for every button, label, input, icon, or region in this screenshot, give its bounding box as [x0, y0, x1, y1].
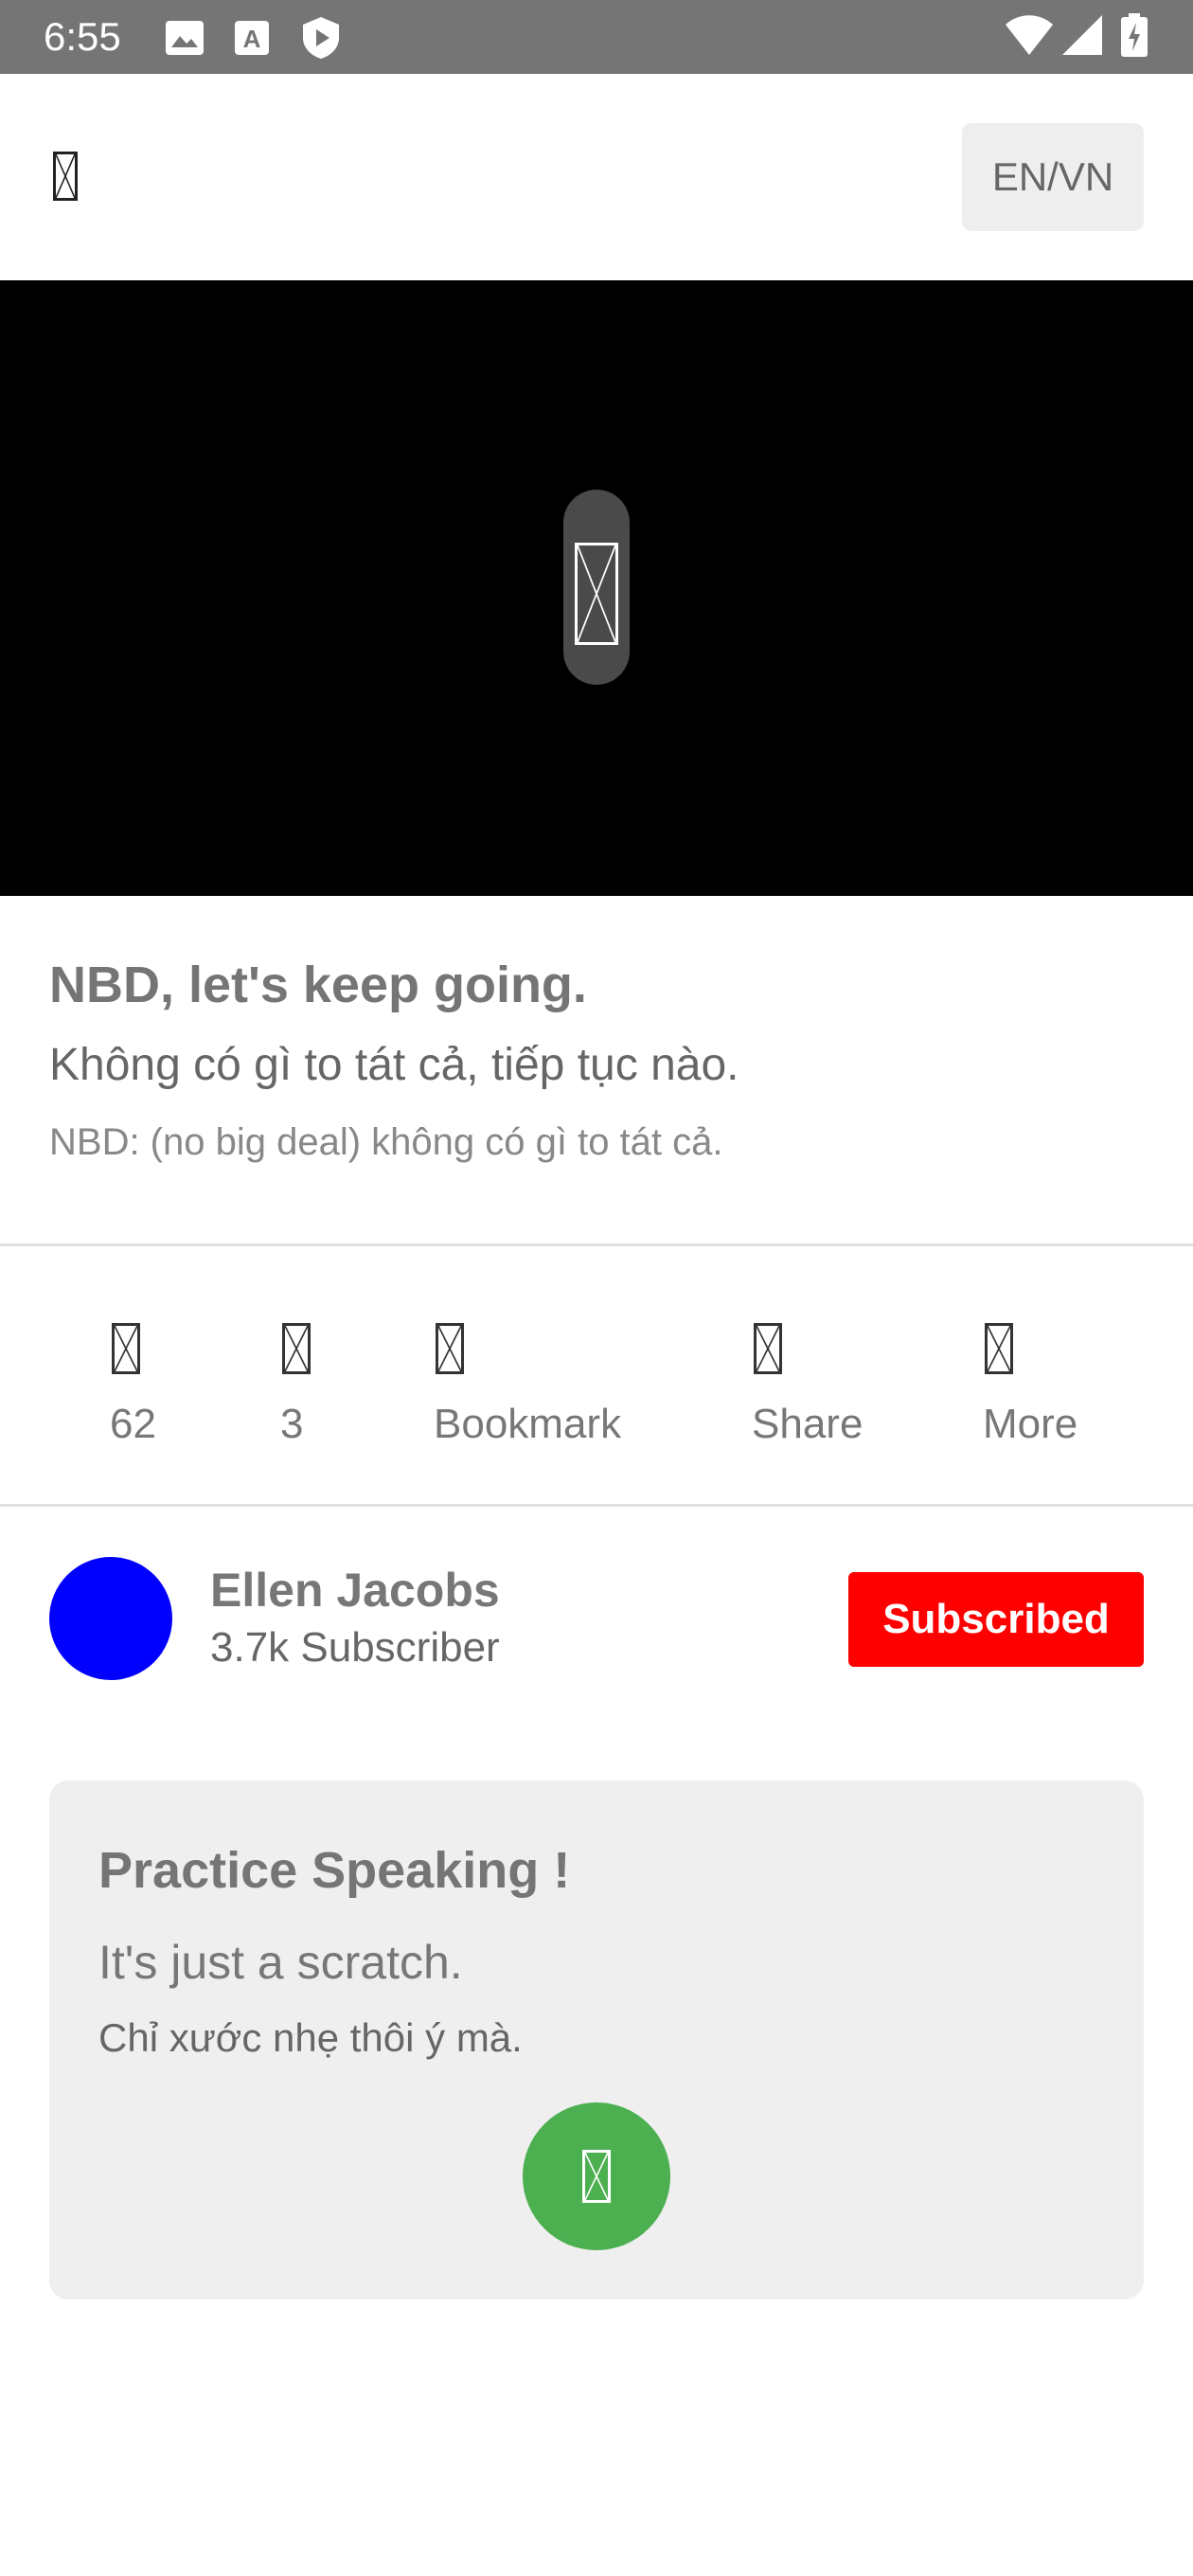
comment-button[interactable]: 3	[254, 1246, 329, 1506]
share-icon	[754, 1323, 782, 1374]
font-icon: A	[235, 21, 269, 55]
like-icon	[112, 1323, 140, 1374]
caption-section: NBD, let's keep going. Không có gì to tá…	[49, 947, 1148, 1171]
menu-icon[interactable]	[53, 152, 78, 201]
practice-title: Practice Speaking !	[98, 1842, 571, 1899]
share-button[interactable]: Share	[752, 1246, 865, 1506]
image-icon	[166, 21, 204, 55]
channel-row: Ellen Jacobs 3.7k Subscriber Subscribed	[0, 1506, 1193, 1733]
bookmark-button[interactable]: Bookmark	[434, 1246, 632, 1506]
bookmark-label: Bookmark	[434, 1401, 622, 1447]
caption-vietnamese: Không có gì to tát cả, tiếp tục nào.	[49, 1040, 739, 1090]
practice-speaking-card: Practice Speaking ! It's just a scratch.…	[49, 1780, 1144, 2299]
comment-count: 3	[280, 1401, 304, 1447]
status-bar: 6:55 A	[0, 0, 1193, 74]
svg-text:A: A	[243, 25, 261, 53]
like-count: 62	[110, 1401, 156, 1447]
top-app-bar: EN/VN	[0, 74, 1193, 280]
language-toggle-button[interactable]: EN/VN	[962, 123, 1144, 231]
subscriber-count: 3.7k Subscriber	[210, 1624, 500, 1671]
practice-english: It's just a scratch.	[98, 1936, 463, 1989]
caption-note: NBD: (no big deal) không có gì to tát cả…	[49, 1121, 723, 1163]
play-icon	[575, 543, 618, 645]
video-player[interactable]	[0, 280, 1193, 896]
subscribe-button[interactable]: Subscribed	[848, 1572, 1144, 1667]
practice-vietnamese: Chỉ xước nhẹ thôi ý mà.	[98, 2015, 523, 2060]
bookmark-icon	[436, 1323, 464, 1374]
action-row: 62 3 Bookmark Share More	[0, 1246, 1193, 1506]
comment-icon	[282, 1323, 311, 1374]
more-label: More	[983, 1401, 1078, 1447]
more-button[interactable]: More	[983, 1246, 1087, 1506]
play-button[interactable]	[563, 490, 630, 685]
status-time: 6:55	[44, 14, 121, 59]
share-label: Share	[752, 1401, 864, 1447]
more-icon	[985, 1323, 1013, 1374]
caption-english: NBD, let's keep going.	[49, 957, 587, 1013]
channel-name[interactable]: Ellen Jacobs	[210, 1561, 500, 1619]
wifi-icon	[1006, 15, 1053, 55]
record-button[interactable]	[523, 2102, 670, 2250]
signal-icon	[1062, 15, 1102, 55]
avatar[interactable]	[49, 1557, 172, 1680]
shield-play-icon	[303, 17, 339, 59]
like-button[interactable]: 62	[87, 1246, 182, 1506]
battery-charging-icon	[1121, 13, 1148, 57]
microphone-icon	[582, 2150, 611, 2203]
